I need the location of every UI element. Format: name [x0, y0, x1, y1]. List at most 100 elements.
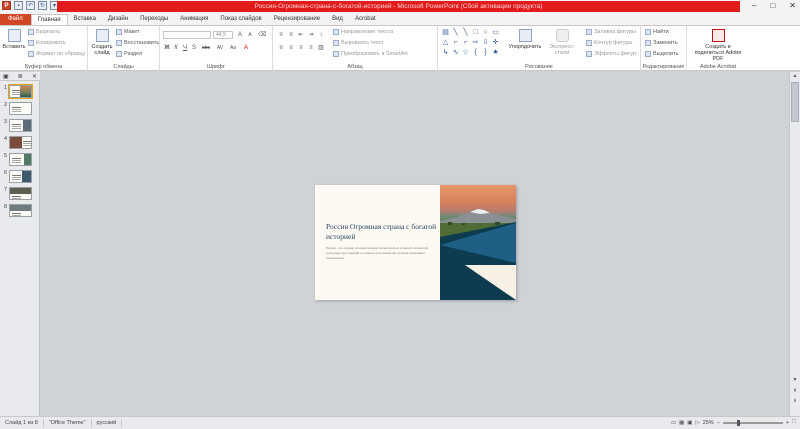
cross-shape-icon[interactable]: ✛ — [492, 39, 499, 46]
find-button[interactable]: Найти — [645, 29, 669, 35]
line-shape-icon[interactable]: ╲ — [462, 29, 469, 36]
tab-acrobat[interactable]: Acrobat — [349, 14, 382, 25]
text-box-icon[interactable]: ▤ — [442, 29, 449, 36]
cut-button[interactable]: Вырезать — [28, 29, 60, 35]
connector-shape-icon[interactable]: ⌐ — [462, 39, 469, 46]
rounded-rect-shape-icon[interactable]: ▭ — [492, 29, 499, 36]
paste-button[interactable]: Вставить — [2, 29, 26, 50]
connector-shape-icon[interactable]: ⌐ — [452, 39, 459, 46]
arrow-down-shape-icon[interactable]: ⇩ — [482, 39, 489, 46]
align-text-button[interactable]: Выровнять текст — [333, 40, 384, 46]
save-icon[interactable]: ▪ — [14, 1, 23, 10]
tab-transitions[interactable]: Переходы — [134, 14, 174, 25]
scroll-up-icon[interactable]: ▲ — [790, 73, 800, 81]
grow-font-button[interactable]: A — [236, 31, 244, 39]
quick-styles-button[interactable]: Экспресс-стили — [544, 29, 580, 56]
normal-view-icon[interactable]: ▭ — [671, 420, 676, 426]
tab-home[interactable]: Главная — [30, 14, 68, 25]
arrow-right-shape-icon[interactable]: ⇨ — [472, 39, 479, 46]
reset-button[interactable]: Восстановить — [116, 40, 159, 46]
text-direction-button[interactable]: Направление текста — [333, 29, 393, 35]
vertical-scrollbar[interactable]: ▲ ▼ ⇞ ⇟ — [789, 72, 800, 416]
curly-brace-shape-icon[interactable]: } — [482, 49, 489, 56]
slides-tab-icon[interactable]: ▣ — [3, 73, 9, 80]
tab-view[interactable]: Вид — [326, 14, 349, 25]
prev-slide-icon[interactable]: ⇞ — [790, 388, 800, 396]
strikethrough-button[interactable]: abc — [200, 44, 212, 52]
layout-button[interactable]: Макет — [116, 29, 140, 35]
zoom-out-icon[interactable]: − — [717, 420, 720, 426]
language-indicator[interactable]: русский — [92, 418, 123, 428]
powerpoint-app-icon[interactable]: P — [2, 1, 11, 10]
slide-canvas[interactable]: Россия Огромная страна с богатой историе… — [315, 185, 516, 300]
star-shape-icon[interactable]: ☆ — [462, 49, 469, 56]
slide-thumbnail-1[interactable]: 1 — [1, 84, 33, 99]
undo-icon[interactable]: ↶ — [26, 1, 35, 10]
font-size-combo[interactable]: 44,5 — [213, 31, 233, 39]
smartart-button[interactable]: Преобразовать в SmartArt — [333, 51, 408, 57]
columns-icon[interactable]: ▥ — [317, 44, 325, 52]
tab-insert[interactable]: Вставка — [68, 14, 102, 25]
line-shape-icon[interactable]: ╲ — [452, 29, 459, 36]
redo-icon[interactable]: ↻ — [38, 1, 47, 10]
line-spacing-icon[interactable]: ↕ — [317, 31, 325, 39]
new-slide-button[interactable]: Создать слайд — [91, 29, 113, 56]
slide-thumbnail-3[interactable]: 3 — [1, 119, 32, 132]
shapes-gallery[interactable]: ▤ ╲ ╲ □ ○ ▭ △ ⌐ ⌐ ⇨ ⇩ ✛ ↳ ∿ ☆ { } ★ — [442, 29, 504, 57]
bracket-shape-icon[interactable]: ↳ — [442, 49, 449, 56]
reading-view-icon[interactable]: ▣ — [687, 420, 692, 426]
slide-thumbnail-4[interactable]: 4 — [1, 136, 32, 149]
sorter-view-icon[interactable]: ▦ — [679, 420, 684, 426]
arrange-button[interactable]: Упорядочить — [509, 29, 541, 50]
zoom-level[interactable]: 25% — [703, 420, 714, 426]
align-left-icon[interactable]: ≡ — [277, 44, 285, 52]
fit-slide-icon[interactable]: ⛶ — [792, 419, 796, 426]
close-panel-icon[interactable]: ✕ — [32, 73, 37, 80]
outline-tab-icon[interactable]: ≣ — [18, 73, 23, 80]
slide-thumbnail-7[interactable]: 7 — [1, 187, 32, 200]
zoom-slider-knob[interactable] — [736, 419, 740, 426]
italic-button[interactable]: К — [172, 44, 180, 52]
rectangle-shape-icon[interactable]: □ — [472, 29, 479, 36]
shape-effects-button[interactable]: Эффекты фигур — [586, 51, 636, 57]
format-painter-button[interactable]: Формат по образцу — [28, 51, 85, 57]
increase-indent-icon[interactable]: ⇥ — [307, 31, 315, 39]
next-slide-icon[interactable]: ⇟ — [790, 398, 800, 406]
slide-thumbnail-6[interactable]: 6 — [1, 170, 32, 183]
underline-button[interactable]: Ч — [181, 44, 189, 52]
slide-thumbnail-8[interactable]: 8 — [1, 204, 32, 217]
justify-icon[interactable]: ≡ — [307, 44, 315, 52]
scroll-down-icon[interactable]: ▼ — [790, 377, 800, 385]
align-center-icon[interactable]: ≡ — [287, 44, 295, 52]
tab-review[interactable]: Рецензирование — [268, 14, 326, 25]
scroll-thumb[interactable] — [791, 82, 799, 122]
numbering-icon[interactable]: ≡ — [287, 31, 295, 39]
align-right-icon[interactable]: ≡ — [297, 44, 305, 52]
clear-format-icon[interactable]: ⌫ — [258, 31, 266, 39]
char-spacing-button[interactable]: AV — [215, 44, 225, 52]
create-pdf-button[interactable]: Создать и поделиться Adobe PDF — [690, 29, 746, 62]
copy-button[interactable]: Копировать — [28, 40, 66, 46]
slide-thumbnail-2[interactable]: 2 — [1, 102, 32, 115]
shape-outline-button[interactable]: Контур фигуры — [586, 40, 632, 46]
font-name-combo[interactable] — [163, 31, 211, 39]
bold-button[interactable]: Ж — [163, 44, 171, 52]
shrink-font-button[interactable]: A — [246, 31, 254, 39]
shadow-button[interactable]: S — [190, 44, 198, 52]
select-button[interactable]: Выделить — [645, 51, 678, 57]
maximize-button[interactable]: □ — [770, 1, 775, 10]
tab-design[interactable]: Дизайн — [102, 14, 134, 25]
bullets-icon[interactable]: ≡ — [277, 31, 285, 39]
oval-shape-icon[interactable]: ○ — [482, 29, 489, 36]
curve-shape-icon[interactable]: ∿ — [452, 49, 459, 56]
curly-brace-shape-icon[interactable]: { — [472, 49, 479, 56]
zoom-slider[interactable] — [722, 419, 783, 426]
triangle-shape-icon[interactable]: △ — [442, 39, 449, 46]
slide-thumbnail-5[interactable]: 5 — [1, 153, 32, 166]
minimize-button[interactable]: – — [752, 1, 756, 10]
shape-fill-button[interactable]: Заливка фигуры — [586, 29, 636, 35]
theme-name[interactable]: "Office Theme" — [44, 418, 92, 428]
close-button[interactable]: ✕ — [789, 1, 796, 10]
section-button[interactable]: Раздел — [116, 51, 142, 57]
change-case-button[interactable]: Aa — [228, 44, 238, 52]
